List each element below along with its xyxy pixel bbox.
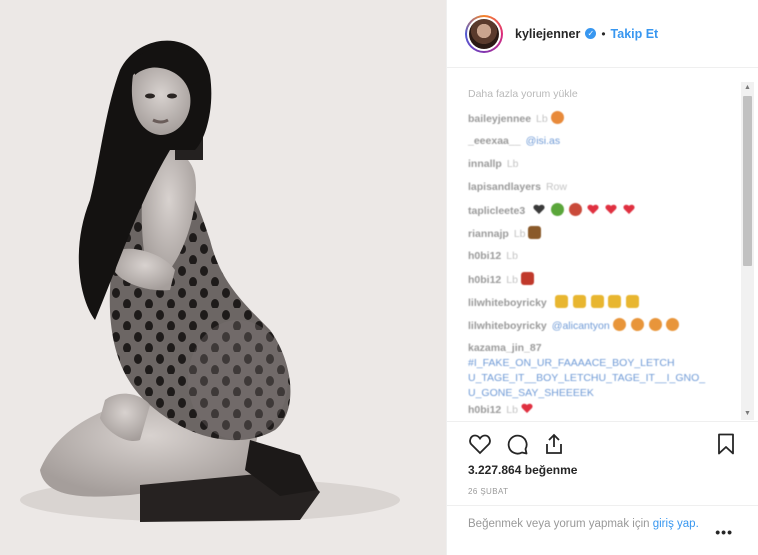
login-link[interactable]: giriş	[653, 518, 674, 530]
comment-username[interactable]: lapisandlayers	[468, 181, 541, 193]
login-prompt: Beğenmek veya yorum yapmak için giriş ya…	[468, 516, 718, 532]
comment-row: innallp Lb	[468, 157, 738, 172]
post-photo[interactable]	[0, 0, 446, 555]
emoji-icon	[551, 203, 565, 216]
comment-row: h0bi12 Lb	[468, 403, 738, 418]
comment-username[interactable]: innallp	[468, 158, 502, 170]
heart-emoji-icon	[533, 204, 545, 215]
comment-row: taplicleete3	[468, 203, 738, 219]
emoji-icon	[568, 203, 582, 216]
verified-badge-icon: ✓	[585, 28, 597, 39]
comment-row: _eeexaa__ @isi.as	[468, 134, 738, 149]
bookmark-icon[interactable]	[714, 432, 738, 456]
comment-username[interactable]: h0bi12	[468, 250, 501, 262]
emoji-icon	[528, 226, 542, 239]
avatar[interactable]	[465, 14, 503, 53]
emoji-icon	[630, 318, 644, 331]
comment-text: Row	[545, 181, 567, 193]
comment-username[interactable]: _eeexaa__	[468, 135, 521, 147]
comment-username[interactable]: h0bi12	[468, 404, 501, 416]
emoji-icon	[626, 295, 640, 308]
header-separator: •	[601, 26, 606, 41]
comment-row: lilwhiteboyricky @alicantyon	[468, 318, 738, 334]
comment-text: Lb	[506, 274, 518, 286]
avatar-image	[469, 18, 499, 49]
comment-username[interactable]: lilwhiteboyricky	[468, 297, 547, 309]
post-actions	[447, 421, 758, 463]
username-link[interactable]: kyliejenner	[515, 27, 580, 41]
comment-text: Lb	[506, 158, 519, 170]
comments-list: Daha fazla yorum yükle baileyjennee Lb _e…	[447, 69, 758, 421]
login-link[interactable]: yap.	[677, 518, 699, 530]
heart-outline-icon[interactable]	[468, 432, 492, 456]
comment-username[interactable]: kazama_jin_87	[468, 342, 542, 354]
emoji-icon	[666, 318, 680, 331]
load-more-comments-link[interactable]: Daha fazla yorum yükle	[468, 88, 578, 100]
emoji-icon	[572, 295, 586, 308]
comment-row: lapisandlayers Row	[468, 180, 738, 195]
emoji-icon	[608, 295, 622, 308]
comment-text: Lb	[506, 250, 518, 262]
emoji-icon	[550, 111, 564, 124]
comment-row: lilwhiteboyricky	[468, 295, 738, 311]
login-prompt-text: Beğenmek veya yorum yapmak için	[468, 518, 650, 530]
comment-text: Lb	[536, 113, 548, 125]
like-count-number: 3.227.864	[468, 463, 522, 477]
heart-emoji-icon	[587, 204, 599, 215]
comment-row: h0bi12 Lb	[468, 249, 738, 264]
comment-mention[interactable]: @alicantyon	[552, 320, 610, 332]
comment-username[interactable]: lilwhiteboyricky	[468, 320, 547, 332]
comment-username[interactable]: baileyjennee	[468, 113, 531, 125]
comment-text: Lb	[513, 228, 526, 240]
comments-scrollbar[interactable]: ▲ ▼	[741, 82, 754, 420]
emoji-icon	[648, 318, 662, 331]
comment-row: kazama_jin_87 #I_FAKE_ON_UR_FAAAACE_BOY_…	[468, 341, 738, 401]
comment-text: Lb	[506, 404, 518, 416]
comment-mention[interactable]: @isi.as	[526, 135, 561, 147]
emoji-icon	[612, 318, 626, 331]
comment-row: baileyjennee Lb	[468, 111, 738, 127]
more-options-icon[interactable]: •••	[715, 524, 733, 540]
share-arrow-icon[interactable]	[542, 432, 566, 456]
post-date[interactable]: 26 ŞUBAT	[468, 487, 508, 496]
post-header: kyliejenner ✓ • Takip Et	[447, 0, 758, 68]
post-sidebar: kyliejenner ✓ • Takip Et Daha fazla yoru…	[446, 0, 758, 555]
heart-emoji-icon	[605, 204, 617, 215]
scroll-down-arrow-icon[interactable]: ▼	[741, 408, 754, 420]
heart-emoji-icon	[521, 403, 533, 414]
emoji-icon	[554, 295, 568, 308]
heart-emoji-icon	[623, 204, 635, 215]
comment-username[interactable]: taplicleete3	[468, 205, 525, 217]
avatar-frame	[467, 16, 501, 51]
follow-button[interactable]: Takip Et	[611, 27, 659, 41]
comment-row: h0bi12 Lb	[468, 272, 738, 288]
scrollbar-thumb[interactable]	[743, 96, 752, 266]
comment-mention[interactable]: #I_FAKE_ON_UR_FAAAACE_BOY_LETCH U_TAGE_I…	[468, 357, 705, 399]
scroll-up-arrow-icon[interactable]: ▲	[741, 82, 754, 94]
post-image	[0, 0, 446, 555]
emoji-icon	[520, 272, 534, 285]
comment-bubble-icon[interactable]	[505, 432, 529, 456]
login-prompt-bar: Beğenmek veya yorum yapmak için giriş ya…	[447, 505, 758, 555]
like-count[interactable]: 3.227.864 beğenme	[468, 463, 577, 477]
comment-username[interactable]: riannajp	[468, 228, 509, 240]
comment-username[interactable]: h0bi12	[468, 274, 501, 286]
emoji-icon	[590, 295, 604, 308]
comment-row: riannajp Lb	[468, 226, 738, 242]
like-count-label: beğenme	[524, 463, 578, 477]
